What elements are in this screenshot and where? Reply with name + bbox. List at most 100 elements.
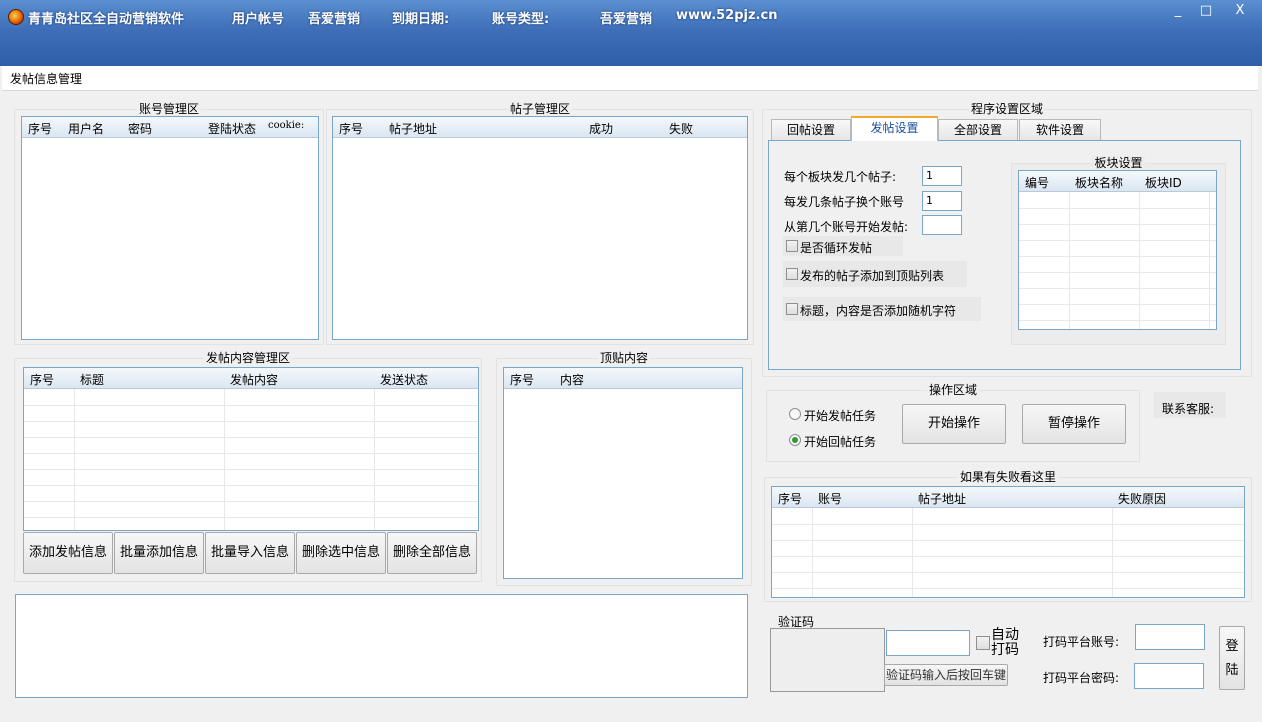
title-bar: 青青岛社区全自动营销软件 用户帐号 吾爱营销 到期日期: 账号类型: 吾爱营销 … [0, 0, 1262, 66]
column-header[interactable]: 板块ID [1145, 174, 1182, 191]
top-list-header: 序号 内容 [504, 368, 742, 389]
start-reply-radio[interactable] [789, 434, 801, 446]
switch-account-label: 每发几条帖子换个账号 [784, 195, 905, 209]
batch-add-button[interactable]: 批量添加信息 [114, 532, 204, 574]
delete-selected-button[interactable]: 删除选中信息 [296, 532, 386, 574]
content-panel-title: 发帖内容管理区 [203, 351, 292, 365]
auto-captcha-label: 自动打码 [991, 627, 1019, 658]
posts-per-board-label: 每个板块发几个帖子: [784, 170, 897, 184]
start-account-label: 从第几个账号开始发帖: [784, 220, 909, 234]
column-header[interactable]: 标题 [80, 371, 104, 388]
menu-bar: 发帖信息管理 [2, 66, 1258, 91]
website-text: www.52pjz.cn [676, 8, 778, 23]
random-chars-checkbox[interactable] [786, 303, 798, 315]
column-header[interactable]: 编号 [1025, 174, 1049, 191]
failure-panel: 如果有失败看这里 序号 账号 帖子地址 失败原因 [764, 470, 1252, 602]
add-top-checkbox[interactable] [786, 268, 798, 280]
failure-list[interactable]: 序号 账号 帖子地址 失败原因 [771, 486, 1245, 598]
add-top-label: 发布的帖子添加到顶贴列表 [800, 269, 945, 283]
column-header[interactable]: 用户名 [68, 120, 104, 137]
start-account-input[interactable] [922, 215, 962, 235]
column-header[interactable]: 发帖内容 [230, 371, 278, 388]
column-header[interactable]: 帖子地址 [918, 490, 966, 507]
failure-list-header: 序号 账号 帖子地址 失败原因 [772, 487, 1244, 508]
column-header[interactable]: 发送状态 [380, 371, 428, 388]
close-button[interactable]: X [1226, 2, 1254, 20]
column-header[interactable]: 序号 [30, 371, 54, 388]
board-settings-panel: 板块设置 编号 板块名称 板块ID [1011, 156, 1226, 345]
account-panel: 账号管理区 序号 用户名 密码 登陆状态 cookie: [14, 102, 324, 345]
switch-account-input[interactable]: 1 [922, 191, 962, 211]
post-panel-title: 帖子管理区 [507, 102, 572, 116]
user-account-label: 用户帐号 [232, 12, 285, 27]
start-post-label: 开始发帖任务 [804, 409, 877, 423]
account-list-header: 序号 用户名 密码 登陆状态 cookie: [22, 117, 318, 138]
auto-captcha-checkbox[interactable] [976, 636, 990, 650]
loop-label: 是否循环发帖 [800, 241, 873, 255]
expiry-label: 到期日期: [392, 12, 450, 27]
menu-item-post-info[interactable]: 发帖信息管理 [10, 70, 82, 87]
captcha-hint-button[interactable]: 验证码输入后按回车键 [884, 664, 1008, 686]
maximize-button[interactable]: □ [1192, 2, 1220, 20]
operation-panel-title: 操作区域 [926, 383, 979, 397]
board-grid [1019, 192, 1216, 329]
content-list-header: 序号 标题 发帖内容 发送状态 [24, 368, 478, 389]
settings-panel-title: 程序设置区域 [968, 102, 1045, 116]
add-post-button[interactable]: 添加发帖信息 [23, 532, 113, 574]
top-panel: 顶贴内容 序号 内容 [496, 351, 752, 586]
column-header[interactable]: 序号 [28, 120, 52, 137]
platform-password-input[interactable] [1134, 663, 1204, 689]
column-header[interactable]: 帖子地址 [389, 120, 437, 137]
post-list-header: 序号 帖子地址 成功 失败 [333, 117, 747, 138]
start-reply-label: 开始回帖任务 [804, 435, 877, 449]
platform-account-label: 打码平台账号: [1043, 635, 1120, 649]
loop-checkbox[interactable] [786, 240, 798, 252]
delete-all-button[interactable]: 删除全部信息 [387, 532, 477, 574]
column-header[interactable]: 密码 [128, 120, 152, 137]
account-panel-title: 账号管理区 [136, 102, 201, 116]
column-header[interactable]: 成功 [589, 120, 613, 137]
platform-password-label: 打码平台密码: [1043, 671, 1120, 685]
account-type-label: 账号类型: [492, 12, 550, 27]
post-panel: 帖子管理区 序号 帖子地址 成功 失败 [326, 102, 754, 345]
start-post-radio[interactable] [789, 408, 801, 420]
tab-post-settings[interactable]: 发帖设置 [851, 116, 938, 141]
top-panel-title: 顶贴内容 [597, 351, 650, 365]
column-header[interactable]: 账号 [818, 490, 842, 507]
captcha-image [770, 628, 885, 692]
captcha-input[interactable] [886, 630, 970, 656]
pause-operation-button[interactable]: 暂停操作 [1022, 404, 1126, 444]
board-list-header: 编号 板块名称 板块ID [1019, 171, 1216, 192]
tab-reply-settings[interactable]: 回帖设置 [771, 119, 851, 140]
contact-label: 联系客服: [1162, 402, 1215, 416]
minimize-button[interactable]: _ [1164, 2, 1192, 20]
log-textbox[interactable] [15, 594, 748, 698]
app-title: 青青岛社区全自动营销软件 [28, 12, 185, 27]
board-settings-title: 板块设置 [1092, 156, 1145, 170]
column-header[interactable]: 内容 [560, 371, 584, 388]
column-header[interactable]: 序号 [339, 120, 363, 137]
column-header[interactable]: cookie: [268, 120, 304, 131]
column-header[interactable]: 序号 [778, 490, 802, 507]
tab-all-settings[interactable]: 全部设置 [938, 119, 1018, 140]
app-logo-icon [8, 9, 24, 25]
column-header[interactable]: 失败 [669, 120, 693, 137]
column-header[interactable]: 板块名称 [1075, 174, 1123, 191]
platform-account-input[interactable] [1135, 624, 1205, 650]
account-list[interactable]: 序号 用户名 密码 登陆状态 cookie: [21, 116, 319, 340]
column-header[interactable]: 序号 [510, 371, 534, 388]
column-header[interactable]: 登陆状态 [208, 120, 256, 137]
login-button[interactable]: 登陆 [1219, 626, 1245, 690]
random-chars-label: 标题，内容是否添加随机字符 [800, 304, 957, 318]
batch-import-button[interactable]: 批量导入信息 [205, 532, 295, 574]
posts-per-board-input[interactable]: 1 [922, 166, 962, 186]
start-operation-button[interactable]: 开始操作 [902, 404, 1006, 444]
top-list[interactable]: 序号 内容 [503, 367, 743, 579]
column-header[interactable]: 失败原因 [1118, 490, 1166, 507]
user-account-value: 吾爱营销 [308, 12, 361, 27]
post-list[interactable]: 序号 帖子地址 成功 失败 [332, 116, 748, 340]
board-list[interactable]: 编号 板块名称 板块ID [1018, 170, 1217, 330]
failure-panel-title: 如果有失败看这里 [957, 470, 1058, 484]
tab-software-settings[interactable]: 软件设置 [1019, 119, 1101, 140]
content-list[interactable]: 序号 标题 发帖内容 发送状态 [23, 367, 479, 531]
